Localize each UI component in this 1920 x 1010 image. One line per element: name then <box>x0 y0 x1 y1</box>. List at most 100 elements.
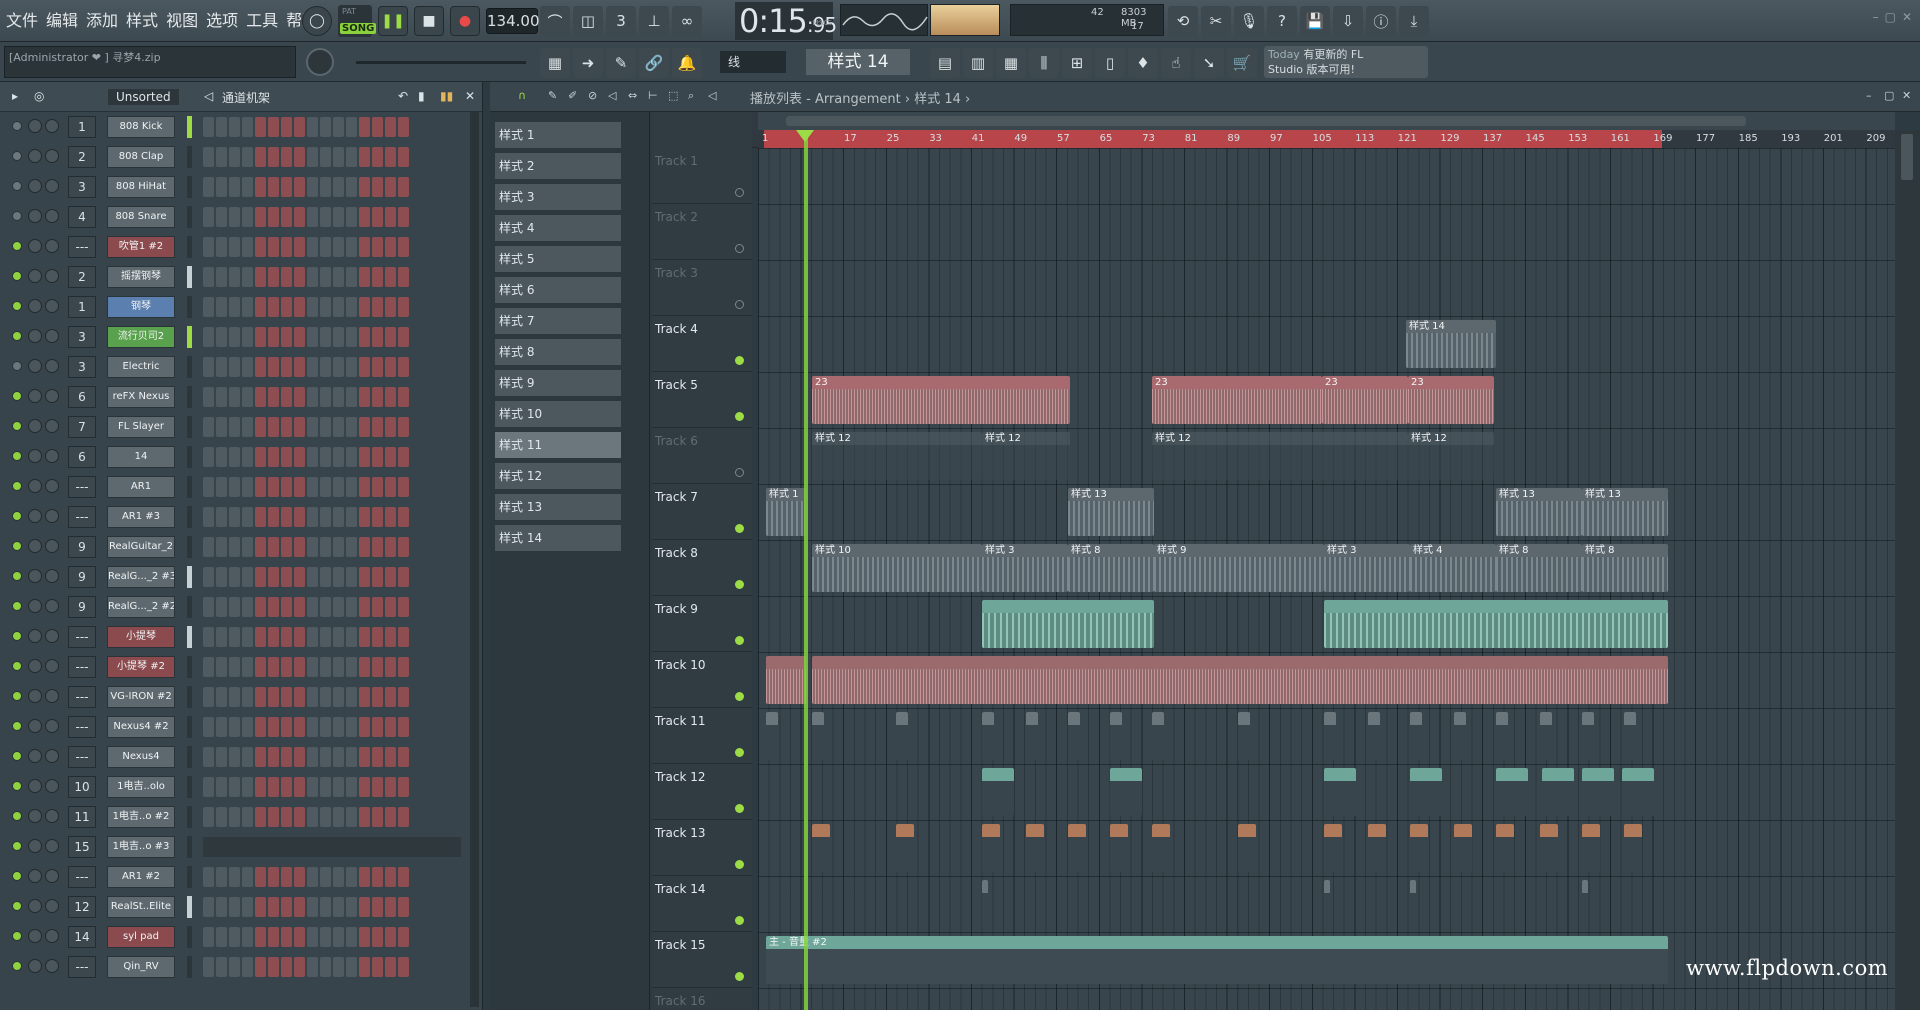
track-header[interactable]: Track 9 <box>652 596 752 652</box>
step-button[interactable] <box>372 117 383 137</box>
bell-icon[interactable]: 🔔 <box>672 48 702 78</box>
step-button[interactable] <box>242 237 253 257</box>
step-button[interactable] <box>346 297 357 317</box>
channel-mixer-track[interactable]: 15 <box>68 836 96 858</box>
step-button[interactable] <box>281 567 292 587</box>
step-button[interactable] <box>346 357 357 377</box>
audio-clip[interactable] <box>766 712 778 760</box>
audio-clip[interactable] <box>1582 712 1594 760</box>
pattern-clip[interactable]: 样式 1 <box>766 488 806 536</box>
zoom-icon[interactable]: ⌕ <box>688 89 694 103</box>
channel-mixer-track[interactable]: --- <box>68 716 96 738</box>
step-button[interactable] <box>216 177 227 197</box>
step-button[interactable] <box>203 147 214 167</box>
step-button[interactable] <box>307 477 318 497</box>
step-button[interactable] <box>229 207 240 227</box>
channel-mixer-track[interactable]: 12 <box>68 896 96 918</box>
step-button[interactable] <box>398 627 409 647</box>
step-button[interactable] <box>268 927 279 947</box>
channel-name-button[interactable]: FL Slayer <box>107 416 175 438</box>
step-button[interactable] <box>307 957 318 977</box>
step-button[interactable] <box>281 687 292 707</box>
channel-select-indicator[interactable] <box>187 296 192 318</box>
channel-pan-knob[interactable] <box>28 239 42 253</box>
step-button[interactable] <box>203 327 214 347</box>
select-icon[interactable]: ⬚ <box>668 89 678 102</box>
step-button[interactable] <box>320 327 331 347</box>
pattern-item[interactable]: 样式 2 <box>495 153 621 179</box>
step-button[interactable] <box>307 207 318 227</box>
step-button[interactable] <box>307 717 318 737</box>
step-button[interactable] <box>281 387 292 407</box>
channel-mute-led[interactable] <box>12 901 22 911</box>
song-time-display[interactable]: 0:15:95 M:S:CS <box>735 2 837 40</box>
step-button[interactable] <box>294 807 305 827</box>
step-button[interactable] <box>203 207 214 227</box>
audio-clip[interactable] <box>766 656 806 704</box>
step-button[interactable] <box>320 207 331 227</box>
step-button[interactable] <box>333 147 344 167</box>
step-button[interactable] <box>216 927 227 947</box>
channel-mute-led[interactable] <box>12 631 22 641</box>
step-button[interactable] <box>268 117 279 137</box>
piano-roll-preview[interactable] <box>203 837 461 857</box>
channel-row[interactable]: 11 1电吉..o #2 <box>0 802 470 832</box>
channel-mixer-track[interactable]: --- <box>68 746 96 768</box>
step-button[interactable] <box>281 627 292 647</box>
step-button[interactable] <box>268 657 279 677</box>
step-button[interactable] <box>307 747 318 767</box>
step-button[interactable] <box>320 117 331 137</box>
muted-pattern-clip[interactable]: 样式 12 <box>1408 432 1494 480</box>
step-button[interactable] <box>346 177 357 197</box>
channel-mixer-track[interactable]: --- <box>68 236 96 258</box>
channel-row[interactable]: --- VG-IRON #2 <box>0 682 470 712</box>
step-button[interactable] <box>372 357 383 377</box>
step-button[interactable] <box>242 717 253 737</box>
pattern-item[interactable]: 样式 9 <box>495 370 621 396</box>
audio-clip[interactable]: 23 <box>812 376 1070 424</box>
step-button[interactable] <box>307 117 318 137</box>
metronome-icon[interactable]: ⌒ <box>540 6 570 36</box>
channel-mute-led[interactable] <box>12 841 22 851</box>
channel-row[interactable]: 9 RealG..._2 #2 <box>0 592 470 622</box>
step-edit-icon[interactable]: ⊥ <box>639 6 669 36</box>
muted-pattern-clip[interactable]: 样式 12 <box>1152 432 1408 480</box>
step-button[interactable] <box>255 477 266 497</box>
channel-select-indicator[interactable] <box>187 416 192 438</box>
step-button[interactable] <box>359 597 370 617</box>
channel-name-button[interactable]: 1电吉..olo <box>107 776 175 798</box>
undo-icon[interactable]: ⟲ <box>1168 6 1198 36</box>
step-button[interactable] <box>294 507 305 527</box>
step-button[interactable] <box>229 867 240 887</box>
step-button[interactable] <box>320 477 331 497</box>
step-button[interactable] <box>372 687 383 707</box>
snap-select[interactable]: 线 <box>720 51 786 73</box>
steps-icon[interactable]: ▮▮ <box>440 89 453 103</box>
browser-icon[interactable]: ▯ <box>1095 48 1125 78</box>
channel-pan-knob[interactable] <box>28 269 42 283</box>
playhead-marker-icon[interactable] <box>796 130 814 142</box>
step-button[interactable] <box>307 387 318 407</box>
menu-tools[interactable]: 工具 <box>242 8 282 34</box>
step-button[interactable] <box>203 897 214 917</box>
step-button[interactable] <box>333 657 344 677</box>
step-button[interactable] <box>294 357 305 377</box>
channel-row[interactable]: 12 RealSt..Elite <box>0 892 470 922</box>
channel-name-button[interactable]: 小提琴 #2 <box>107 656 175 678</box>
step-button[interactable] <box>229 327 240 347</box>
channel-mute-led[interactable] <box>12 241 22 251</box>
step-button[interactable] <box>268 747 279 767</box>
step-button[interactable] <box>229 417 240 437</box>
channel-mixer-track[interactable]: --- <box>68 956 96 978</box>
step-button[interactable] <box>320 627 331 647</box>
step-button[interactable] <box>359 687 370 707</box>
step-button[interactable] <box>385 327 396 347</box>
step-button[interactable] <box>398 297 409 317</box>
step-button[interactable] <box>203 657 214 677</box>
step-button[interactable] <box>294 657 305 677</box>
step-button[interactable] <box>346 117 357 137</box>
step-button[interactable] <box>216 597 227 617</box>
channel-volume-knob[interactable] <box>45 419 59 433</box>
menu-edit[interactable]: 编辑 <box>42 8 82 34</box>
step-button[interactable] <box>398 117 409 137</box>
